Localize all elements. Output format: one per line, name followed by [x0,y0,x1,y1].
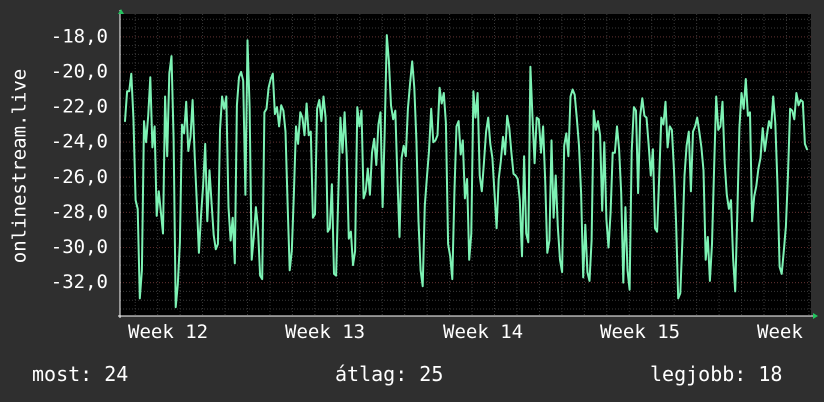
x-tick-label: Week 12 [128,321,208,343]
x-tick-label: Week 14 [443,321,523,343]
y-tick-label: -18,0 [51,25,108,47]
stat-current: most: 24 [32,362,129,386]
y-tick-label: -28,0 [51,201,108,223]
y-axis-label: onlinestream.live [9,69,31,263]
y-tick-label: -20,0 [51,60,108,82]
y-tick-label: -32,0 [51,271,108,293]
x-tick-label: Week 15 [600,321,680,343]
y-tick-labels: -18,0 -20,0 -22,0 -24,0 -26,0 -28,0 -30,0 -32,0 [51,25,108,293]
plot-area [120,14,811,316]
x-tick-label: Week [757,321,803,343]
stat-average: átlag: 25 [335,362,444,386]
y-tick-label: -26,0 [51,166,108,188]
chart: -18,0 -20,0 -22,0 -24,0 -26,0 -28,0 -30,0 -32,0… [9,9,818,343]
x-tick-labels: Week 12 Week 13 Week 14 Week 15 Week [128,321,803,343]
x-axis-arrow-icon [813,313,818,319]
y-axis-arrow-icon [118,9,124,14]
y-tick-label: -24,0 [51,131,108,153]
y-tick-label: -30,0 [51,236,108,258]
x-tick-label: Week 13 [285,321,365,343]
stat-best: legjobb: 18 [650,362,783,386]
y-tick-label: -22,0 [51,96,108,118]
